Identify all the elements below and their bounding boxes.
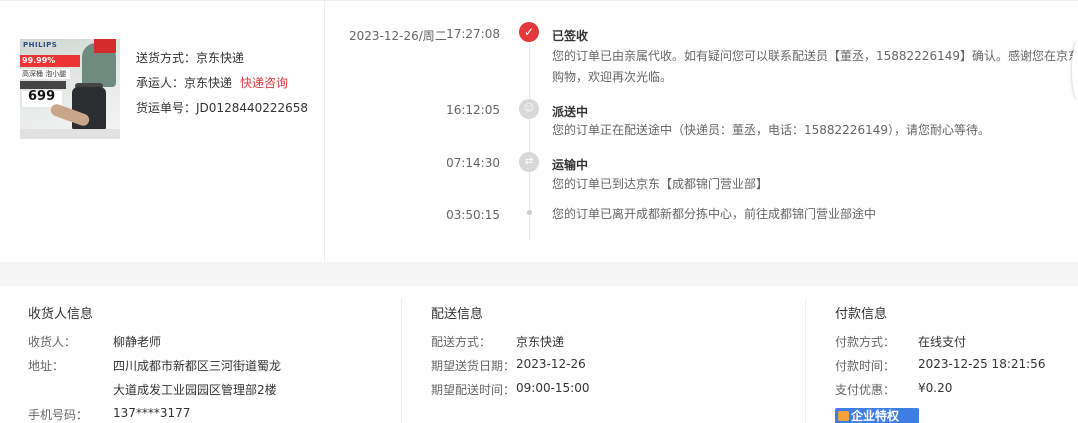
payment-discount: ¥0.20 [918, 381, 953, 395]
truck-icon: ⇄ [519, 152, 539, 172]
shipping-method-row: 送货方式：京东快递 [136, 49, 244, 66]
shipping-method-label: 送货方式： [136, 51, 197, 65]
receiver-name-label: 收货人： [28, 335, 77, 349]
payment-method-label: 付款方式： [835, 335, 896, 349]
receiver-address: 四川成都市新都区三河街道蜀龙 [113, 359, 282, 373]
enterprise-privilege-label: 企业特权 [851, 409, 900, 423]
column-separator [401, 298, 402, 423]
check-circle-icon: ✓ [519, 22, 539, 42]
delivery-method-label: 配送方式： [431, 335, 492, 349]
courier-icon: ☺ [519, 99, 539, 119]
delivery-date: 2023-12-26 [516, 357, 586, 371]
timeline-time: 03:50:15 [446, 208, 500, 222]
timeline-dot [527, 210, 532, 215]
delivery-method: 京东快递 [516, 335, 565, 349]
payment-title: 付款信息 [835, 307, 888, 322]
timeline-date: 2023-12-26/周二 [349, 29, 447, 43]
gift-icon [838, 411, 849, 421]
receiver-title: 收货人信息 [28, 307, 94, 322]
shipping-method-value: 京东快递 [196, 51, 245, 65]
receiver-phone-label: 手机号码： [28, 408, 89, 422]
carrier-row: 承运人：京东快递 快递咨询 [136, 74, 288, 91]
delivery-date-label: 期望送货日期： [431, 359, 516, 373]
receiver-info: 收货人信息 收货人： 柳静老师 地址： 四川成都市新都区三河街道蜀龙 大道成发工… [0, 286, 401, 423]
receiver-address-cont: 大道成发工业园园区管理部2楼 [113, 383, 277, 397]
tracking-timeline: 2023-12-26/周二 17:27:08 ✓ 已签收 您的订单已由亲属代收。… [325, 0, 1078, 262]
express-consult-link[interactable]: 快递咨询 [240, 76, 288, 90]
side-float-tab[interactable] [1072, 42, 1078, 98]
enterprise-privilege-badge[interactable]: 企业特权 [835, 408, 919, 423]
logistics-section: PHILIPS 99.99% 高深桶 泡小腿 699 送货方式：京东快递 承运人… [0, 0, 1078, 262]
payment-time-label: 付款时间： [835, 359, 896, 373]
timeline-time: 16:12:05 [446, 103, 500, 117]
carrier-value: 京东快递 [184, 76, 233, 90]
product-promo-tag: 高深桶 泡小腿 [20, 69, 70, 79]
receiver-address-label: 地址： [28, 359, 65, 373]
timeline-desc: 您的订单已由亲属代收。如有疑问您可以联系配送员【董丞，15882226149】确… [552, 49, 1078, 63]
timeline-status-delivering: 派送中 [552, 105, 589, 119]
product-thumbnail[interactable]: PHILIPS 99.99% 高深桶 泡小腿 699 [20, 39, 120, 139]
receiver-phone: 137****3177 [113, 406, 191, 420]
delivery-title: 配送信息 [431, 307, 484, 322]
receiver-name: 柳静老师 [113, 335, 162, 349]
timeline-desc-cont: 购物，欢迎再次光临。 [552, 70, 673, 84]
delivery-info: 配送信息 配送方式： 京东快递 期望送货日期： 2023-12-26 期望配送时… [403, 286, 805, 423]
payment-info: 付款信息 付款方式： 在线支付 付款时间： 2023-12-25 18:21:5… [807, 286, 1078, 423]
shipping-summary-panel: PHILIPS 99.99% 高深桶 泡小腿 699 送货方式：京东快递 承运人… [0, 0, 325, 262]
column-separator [805, 298, 806, 423]
section-divider [0, 262, 1078, 286]
timeline-time: 17:27:08 [446, 27, 500, 41]
tracking-number[interactable]: JD0128440222658 [196, 101, 308, 115]
product-promo-percent: 99.99% [20, 55, 80, 67]
carrier-label: 承运人： [136, 76, 185, 90]
timeline-status-transit: 运输中 [552, 158, 589, 172]
tracking-label: 货运单号： [136, 101, 197, 115]
product-bottom-strip [20, 129, 120, 139]
payment-method: 在线支付 [918, 335, 967, 349]
tracking-row: 货运单号：JD0128440222658 [136, 99, 308, 116]
product-sub-tag [20, 81, 66, 89]
timeline-time: 07:14:30 [446, 156, 500, 170]
delivery-time: 09:00-15:00 [516, 381, 590, 395]
timeline-desc: 您的订单已离开成都新都分拣中心，前往成都锦门营业部途中 [552, 207, 877, 221]
product-brand: PHILIPS [23, 41, 58, 49]
delivery-time-label: 期望配送时间： [431, 383, 516, 397]
product-corner-badge [94, 39, 116, 53]
order-info-section: 收货人信息 收货人： 柳静老师 地址： 四川成都市新都区三河街道蜀龙 大道成发工… [0, 286, 1078, 423]
product-device [72, 87, 106, 131]
payment-discount-label: 支付优惠： [835, 383, 896, 397]
timeline-desc: 您的订单已到达京东【成都锦门营业部】 [552, 177, 769, 191]
timeline-status-signed: 已签收 [552, 29, 589, 43]
product-price: 699 [28, 89, 56, 104]
payment-time: 2023-12-25 18:21:56 [918, 357, 1046, 371]
timeline-desc: 您的订单正在配送途中（快递员：董丞，电话：15882226149），请您耐心等待… [552, 123, 990, 137]
